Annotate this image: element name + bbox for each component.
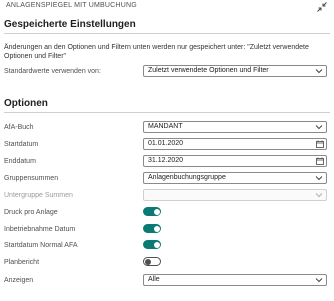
- calendar-icon[interactable]: [316, 157, 324, 165]
- startdatum-input[interactable]: 01.01.2020: [143, 138, 327, 150]
- enddatum-label: Enddatum: [4, 158, 36, 165]
- enddatum-input[interactable]: 31.12.2020: [143, 155, 327, 167]
- gruppensummen-value: Anlagenbuchungsgruppe: [148, 174, 226, 181]
- toggle-knob: [153, 241, 160, 248]
- toggle-knob: [153, 225, 160, 232]
- toggle-knob: [153, 208, 160, 215]
- saved-settings-info: Änderungen an den Optionen und Filtern u…: [4, 44, 309, 60]
- startdatum-normal-afa-label: Startdatum Normal AFA: [4, 242, 78, 249]
- chevron-down-icon: [315, 69, 323, 74]
- afa-buch-select[interactable]: MANDANT: [143, 121, 327, 133]
- toggle-knob: [145, 258, 151, 265]
- planbericht-label: Planbericht: [4, 259, 40, 266]
- anzeigen-select[interactable]: Alle: [143, 274, 327, 286]
- saved-settings-title: Gespeicherte Einstellungen: [4, 19, 136, 30]
- untergruppe-select[interactable]: [143, 189, 327, 201]
- options-title: Optionen: [4, 98, 48, 109]
- calendar-icon[interactable]: [316, 140, 324, 148]
- report-header: ANLAGENSPIEGEL MIT UMBUCHUNG: [0, 0, 334, 16]
- startdatum-normal-afa-toggle[interactable]: [143, 240, 161, 249]
- collapse-diagonal-icon[interactable]: [316, 1, 328, 13]
- inbetriebnahme-toggle[interactable]: [143, 224, 161, 233]
- gruppensummen-label: Gruppensummen: [4, 175, 59, 182]
- default-values-label: Standardwerte verwenden von:: [4, 68, 101, 75]
- report-title: ANLAGENSPIEGEL MIT UMBUCHUNG: [6, 2, 137, 9]
- default-values-value: Zuletzt verwendete Optionen und Filter: [148, 67, 269, 74]
- chevron-down-icon: [315, 176, 323, 181]
- default-values-select[interactable]: Zuletzt verwendete Optionen und Filter: [143, 65, 327, 77]
- afa-buch-label: AfA-Buch: [4, 124, 34, 131]
- chevron-down-icon: [315, 125, 323, 130]
- enddatum-value: 31.12.2020: [148, 157, 184, 164]
- afa-buch-value: MANDANT: [148, 123, 183, 130]
- options-divider: [4, 112, 330, 113]
- anzeigen-label: Anzeigen: [4, 277, 34, 284]
- gruppensummen-select[interactable]: Anlagenbuchungsgruppe: [143, 172, 327, 184]
- chevron-down-icon: [315, 278, 323, 283]
- startdatum-value: 01.01.2020: [148, 140, 184, 147]
- startdatum-label: Startdatum: [4, 141, 39, 148]
- druck-pro-anlage-toggle[interactable]: [143, 207, 161, 216]
- inbetriebnahme-label: Inbetriebnahme Datum: [4, 226, 76, 233]
- saved-settings-divider: [4, 33, 330, 34]
- anzeigen-value: Alle: [148, 276, 160, 283]
- planbericht-toggle[interactable]: [143, 257, 161, 266]
- druck-pro-anlage-label: Druck pro Anlage: [4, 209, 58, 216]
- untergruppe-label: Untergruppe Summen: [4, 192, 73, 199]
- chevron-down-icon: [315, 193, 323, 198]
